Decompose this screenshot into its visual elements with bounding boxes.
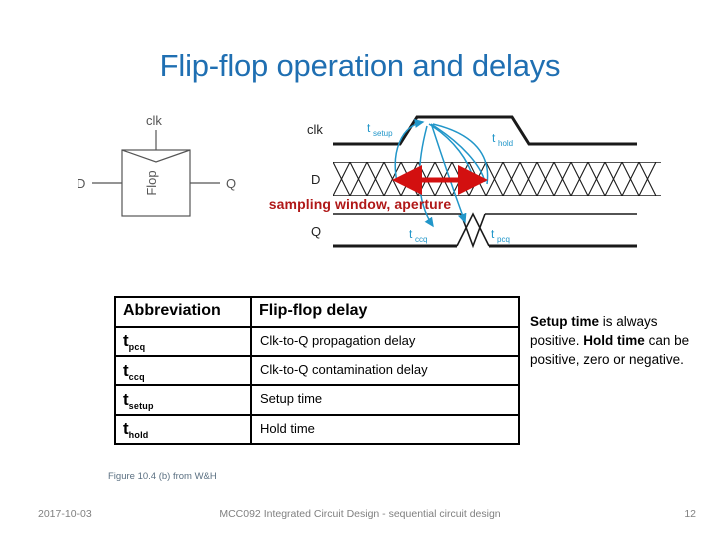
table-header-abbreviation: Abbreviation — [114, 296, 252, 328]
t-ccq-label: t — [409, 227, 413, 241]
t-setup-annotation: t setup — [367, 121, 393, 138]
abbr-tsetup: tsetup — [116, 387, 250, 413]
table-row: tpcq Clk-to-Q propagation delay — [114, 325, 520, 358]
table-row: tccq Clk-to-Q contamination delay — [114, 355, 520, 387]
abbr-base: t — [123, 331, 129, 351]
abbr-tccq: tccq — [116, 358, 250, 384]
t-setup-label: t — [367, 121, 371, 135]
clock-notch — [121, 149, 191, 163]
side-note: Setup time is always positive. Hold time… — [530, 312, 708, 369]
flip-flop-delay-table: Abbreviation Flip-flop delay tpcq Clk-to… — [114, 296, 520, 445]
abbr-base: t — [123, 360, 129, 380]
q-signal-label: Q — [311, 224, 321, 239]
footer-course-title: MCC092 Integrated Circuit Design - seque… — [219, 508, 501, 520]
d-signal-label: D — [311, 172, 320, 187]
abbr-base: t — [123, 419, 129, 439]
abbr-base: t — [123, 390, 129, 410]
timing-diagram-figure: clk D Q t setup t hold t ccq t pcq — [305, 104, 665, 272]
t-hold-label: t — [492, 131, 496, 145]
table-cell-abbreviation: thold — [114, 413, 252, 445]
table-header-delay: Flip-flop delay — [250, 296, 520, 328]
table-cell-abbreviation: tsetup — [114, 384, 252, 416]
table-cell-abbreviation: tpcq — [114, 325, 252, 358]
t-pcq-annotation: t pcq — [491, 227, 510, 244]
desc-tccq: Clk-to-Q contamination delay — [260, 362, 428, 378]
table-cell-abbreviation: tccq — [114, 355, 252, 387]
t-pcq-subscript: pcq — [497, 235, 510, 244]
table-header-delay-text: Flip-flop delay — [259, 302, 368, 319]
table-cell-description: Clk-to-Q propagation delay — [250, 325, 520, 358]
abbr-subscript: ccq — [128, 371, 145, 382]
d-waveform — [333, 162, 661, 196]
symbol-q-label: Q — [226, 176, 236, 191]
table-header-abbreviation-text: Abbreviation — [123, 302, 221, 319]
table-header-row: Abbreviation Flip-flop delay — [114, 296, 520, 328]
flip-flop-symbol-figure: clk D Q Flop — [78, 108, 268, 228]
side-note-line1-bold: Setup time — [530, 314, 600, 329]
t-ccq-subscript: ccq — [415, 235, 427, 244]
footer-page-number: 12 — [684, 508, 696, 520]
abbr-subscript: setup — [128, 401, 154, 412]
abbr-thold: thold — [116, 416, 250, 442]
t-pcq-label: t — [491, 227, 495, 241]
desc-thold: Hold time — [260, 420, 315, 436]
side-note-line2-bold: Hold time — [583, 333, 645, 349]
t-hold-subscript: hold — [498, 139, 513, 148]
t-hold-annotation: t hold — [492, 131, 513, 148]
table-cell-description: Hold time — [250, 413, 520, 445]
desc-tsetup: Setup time — [260, 391, 323, 407]
figure-caption: Figure 10.4 (b) from W&H — [108, 471, 217, 482]
clk-signal-label: clk — [307, 122, 323, 137]
symbol-flop-label: Flop — [144, 170, 159, 195]
table-row: thold Hold time — [114, 413, 520, 445]
symbol-clk-label: clk — [146, 113, 162, 128]
q-waveform — [333, 212, 637, 249]
table-row: tsetup Setup time — [114, 384, 520, 416]
desc-tpcq: Clk-to-Q propagation delay — [260, 332, 416, 348]
t-setup-subscript: setup — [373, 129, 393, 138]
abbr-subscript: hold — [128, 430, 149, 441]
abbr-tpcq: tpcq — [116, 328, 250, 354]
symbol-d-label: D — [78, 176, 85, 191]
t-ccq-annotation: t ccq — [409, 227, 427, 244]
table-cell-description: Clk-to-Q contamination delay — [250, 355, 520, 387]
table-cell-description: Setup time — [250, 384, 520, 416]
abbr-subscript: pcq — [128, 342, 146, 353]
page-title: Flip-flop operation and delays — [159, 48, 561, 83]
